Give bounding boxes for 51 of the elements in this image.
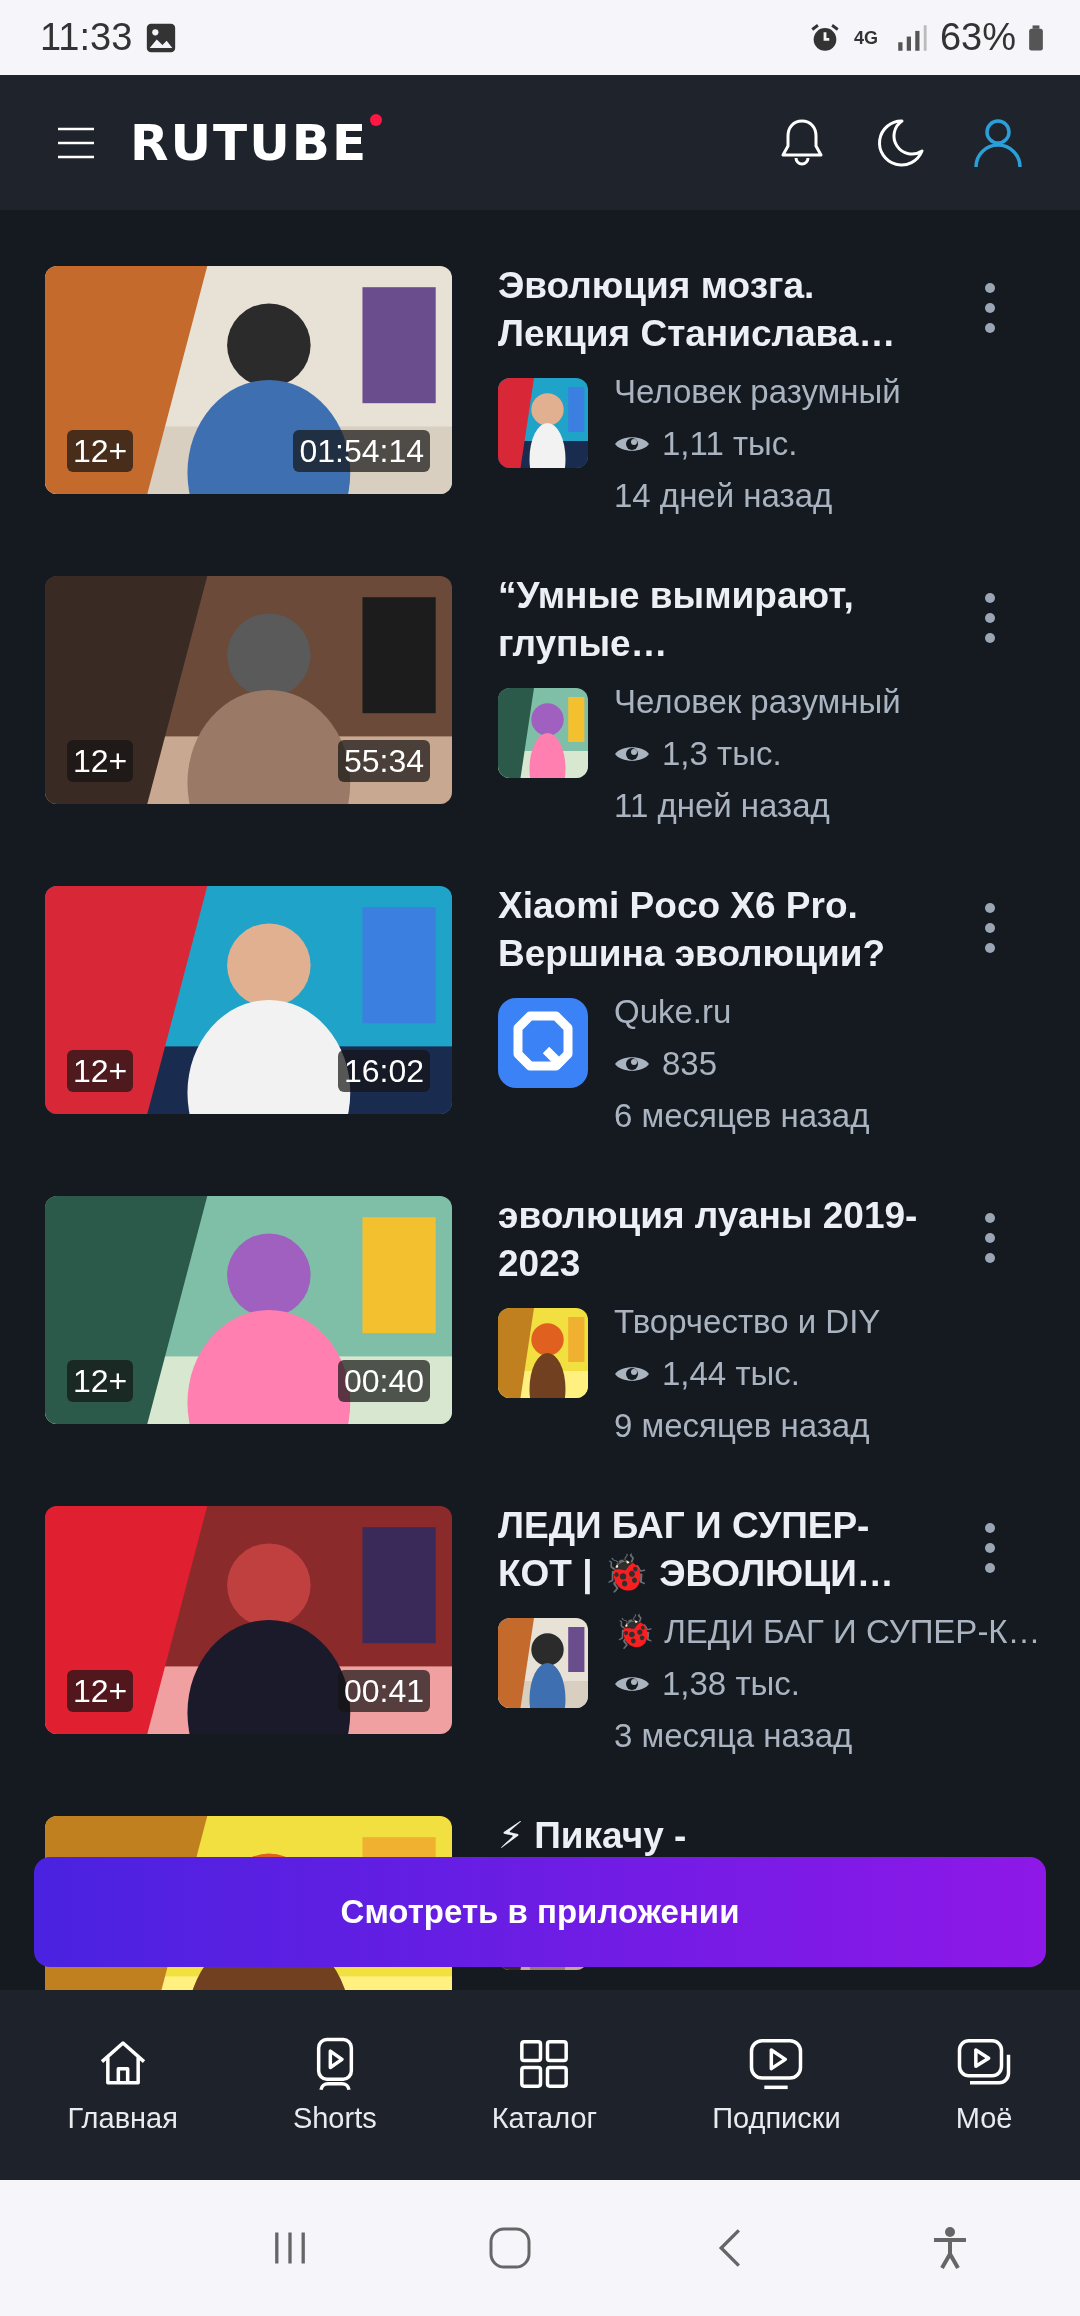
nav-tab[interactable]: Подписки: [712, 2035, 841, 2135]
video-title[interactable]: Xiaomi Poco X6 Pro. Вершина эволюции?: [498, 882, 938, 978]
nav-tab[interactable]: Главная: [67, 2035, 178, 2135]
channel-name[interactable]: 🐞 ЛЕДИ БАГ И СУПЕР-К…: [614, 1610, 1041, 1654]
channel-name[interactable]: Человек разумный: [614, 680, 901, 724]
view-count: 1,38 тыс.: [662, 1664, 800, 1704]
upload-date: 11 дней назад: [614, 786, 831, 826]
video-title[interactable]: “Умные вымирают, глупые…: [498, 572, 938, 668]
battery-icon: [1028, 22, 1044, 53]
age-rating-badge: 12+: [67, 1360, 134, 1402]
more-icon[interactable]: [984, 902, 996, 954]
open-in-app-button[interactable]: Смотреть в приложении: [34, 1857, 1046, 1967]
duration-badge: 00:40: [337, 1360, 430, 1402]
upload-date: 6 месяцев назад: [614, 1096, 870, 1136]
nav-tab[interactable]: Моё: [955, 2035, 1013, 2135]
clock-time: 11:33: [40, 16, 133, 59]
more-icon[interactable]: [984, 282, 996, 334]
nav-tab[interactable]: Shorts: [292, 2035, 377, 2135]
channel-name[interactable]: Творчество и DIY: [614, 1300, 881, 1344]
more-icon[interactable]: [984, 592, 996, 644]
user-icon[interactable]: [972, 116, 1024, 169]
age-rating-badge: 12+: [67, 1050, 134, 1092]
video-title[interactable]: эволюция луаны 2019-2023: [498, 1192, 938, 1288]
upload-date: 3 месяца назад: [614, 1716, 854, 1756]
menu-icon[interactable]: [56, 125, 96, 160]
channel-logo-icon[interactable]: [498, 998, 588, 1088]
age-rating-badge: 12+: [67, 740, 134, 782]
view-count: 1,3 тыс.: [662, 734, 782, 774]
more-icon[interactable]: [984, 1522, 996, 1574]
age-rating-badge: 12+: [67, 430, 134, 472]
view-count: 835: [662, 1044, 718, 1084]
nav-tab[interactable]: Каталог: [491, 2035, 598, 2135]
age-rating-badge: 12+: [67, 1670, 134, 1712]
duration-badge: 55:34: [337, 740, 430, 782]
upload-date: 9 месяцев назад: [614, 1406, 871, 1446]
duration-badge: 01:54:14: [293, 430, 430, 472]
channel-name[interactable]: Человек разумный: [614, 370, 901, 414]
upload-date: 14 дней назад: [614, 476, 834, 516]
network-label: 4G: [853, 28, 879, 47]
video-title[interactable]: Эволюция мозга. Лекция Станислава…: [498, 262, 938, 358]
view-count: 1,44 тыс.: [662, 1354, 800, 1394]
battery-percent: 63%: [939, 16, 1016, 59]
duration-badge: 00:41: [337, 1670, 430, 1712]
more-icon[interactable]: [984, 1212, 996, 1264]
duration-badge: 16:02: [337, 1050, 430, 1092]
logo[interactable]: RUTUBE: [130, 113, 383, 172]
home-button-icon[interactable]: [488, 2226, 532, 2270]
video-title[interactable]: ⚡ Пикачу -: [498, 1812, 938, 1860]
channel-name[interactable]: Quke.ru: [614, 990, 870, 1034]
view-count: 1,11 тыс.: [662, 424, 798, 464]
video-title[interactable]: ЛЕДИ БАГ И СУПЕР-КОТ | 🐞 ЭВОЛЮЦИ…: [498, 1502, 938, 1598]
